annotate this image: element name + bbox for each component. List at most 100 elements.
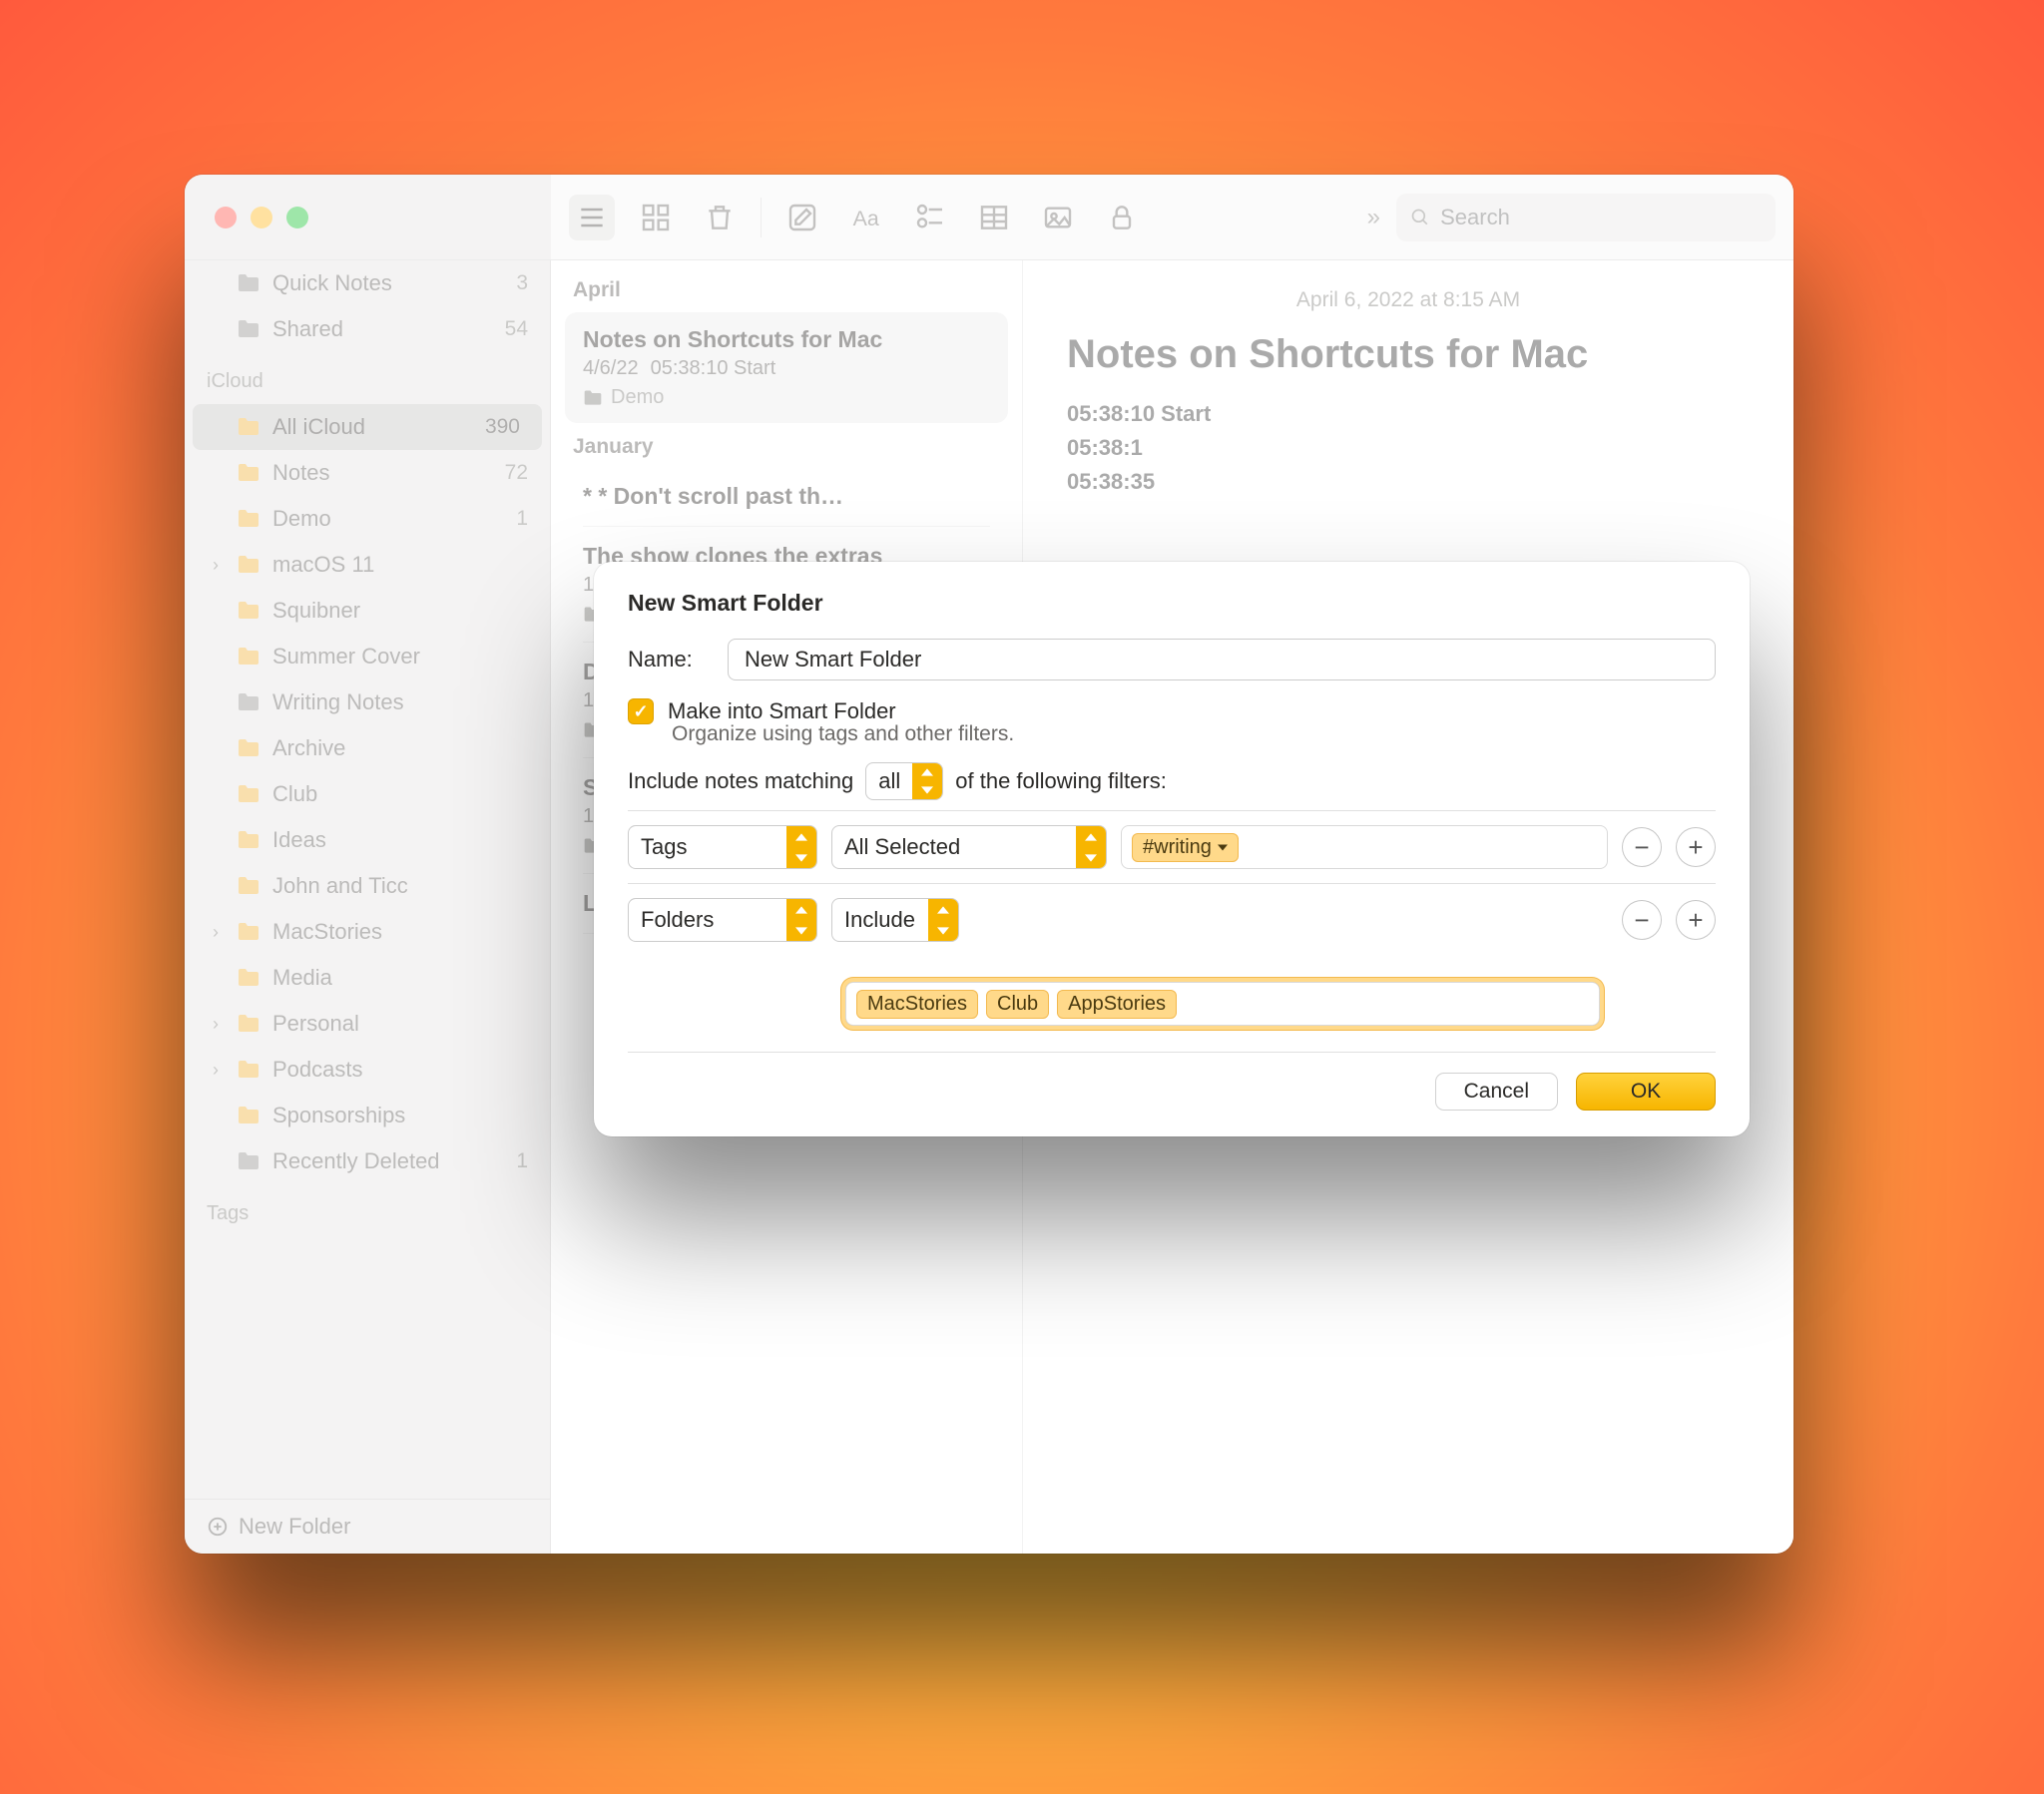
filter-attribute-value: Folders <box>629 899 786 941</box>
note-date: April 6, 2022 at 8:15 AM <box>1067 288 1750 312</box>
sidebar-item-squibner[interactable]: Squibner <box>185 588 550 634</box>
filter-tags-field[interactable]: #writing <box>1121 825 1608 869</box>
note-line: 05:38:35 <box>1067 465 1750 499</box>
add-filter-button[interactable]: + <box>1676 827 1716 867</box>
filter-attribute-select[interactable]: Folders <box>628 898 817 942</box>
sidebar-item-personal[interactable]: ›Personal <box>185 1001 550 1047</box>
folder-token[interactable]: AppStories <box>1057 990 1177 1019</box>
table-icon <box>978 202 1010 233</box>
search-input[interactable] <box>1440 205 1762 230</box>
stepper-icon <box>786 899 816 941</box>
chevron-down-icon <box>1218 844 1228 851</box>
sidebar-item-shared[interactable]: Shared54 <box>185 306 550 352</box>
sidebar-item-recently-deleted[interactable]: Recently Deleted1 <box>185 1138 550 1184</box>
lock-button[interactable] <box>1099 195 1145 240</box>
sidebar-item-demo[interactable]: Demo1 <box>185 496 550 542</box>
new-folder-label: New Folder <box>239 1514 350 1540</box>
filter-attribute-select[interactable]: Tags <box>628 825 817 869</box>
checklist-button[interactable] <box>907 195 953 240</box>
list-section-header: January <box>565 423 1008 469</box>
list-view-button[interactable] <box>569 195 615 240</box>
smart-folder-checkbox-label: Make into Smart Folder <box>668 698 896 724</box>
checklist-icon <box>914 202 946 233</box>
filter-operator-value: All Selected <box>832 826 1076 868</box>
sidebar-item-podcasts[interactable]: ›Podcasts <box>185 1047 550 1093</box>
table-button[interactable] <box>971 195 1017 240</box>
sidebar-item-club[interactable]: Club <box>185 771 550 817</box>
format-button[interactable]: Aa <box>843 195 889 240</box>
sidebar-item-media[interactable]: Media <box>185 955 550 1001</box>
folder-token[interactable]: Club <box>986 990 1049 1019</box>
text-format-icon: Aa <box>850 202 882 233</box>
delete-note-button[interactable] <box>697 195 743 240</box>
folder-name-input[interactable] <box>728 639 1716 680</box>
dialog-title: New Smart Folder <box>628 590 1716 617</box>
filter-operator-select[interactable]: Include <box>831 898 959 942</box>
minimize-window-button[interactable] <box>251 207 272 228</box>
name-label: Name: <box>628 647 710 673</box>
new-smart-folder-dialog: New Smart Folder Name: ✓ Make into Smart… <box>594 562 1750 1136</box>
sidebar-item-quick-notes[interactable]: Quick Notes3 <box>185 260 550 306</box>
sidebar-item-macos-11[interactable]: ›macOS 11 <box>185 542 550 588</box>
match-mode-select[interactable]: all <box>865 762 943 800</box>
close-window-button[interactable] <box>215 207 237 228</box>
grid-icon <box>640 202 672 233</box>
note-line: 05:38:1 <box>1067 431 1750 465</box>
ok-button[interactable]: OK <box>1576 1073 1716 1111</box>
new-folder-button[interactable]: New Folder <box>185 1499 550 1554</box>
zoom-window-button[interactable] <box>286 207 308 228</box>
sidebar-item-summer-cover[interactable]: Summer Cover <box>185 634 550 679</box>
tag-token[interactable]: #writing <box>1132 833 1239 862</box>
stepper-icon <box>1076 826 1106 868</box>
remove-filter-button[interactable]: − <box>1622 900 1662 940</box>
titlebar: Aa » <box>185 175 1793 260</box>
filter-row: Tags All Selected #writing − + <box>628 810 1716 883</box>
filter-folders-field[interactable]: MacStories Club AppStories <box>845 982 1600 1026</box>
toolbar-overflow-button[interactable]: » <box>1367 204 1378 231</box>
toolbar: Aa » <box>551 175 1793 259</box>
folder-token[interactable]: MacStories <box>856 990 978 1019</box>
sidebar-item-notes[interactable]: Notes72 <box>185 450 550 496</box>
svg-text:Aa: Aa <box>853 207 879 230</box>
search-field[interactable] <box>1396 194 1776 241</box>
photo-icon <box>1042 202 1074 233</box>
plus-circle-icon <box>207 1516 229 1538</box>
smart-folder-subtitle: Organize using tags and other filters. <box>672 722 1716 746</box>
sidebar-item-all-icloud[interactable]: All iCloud390 <box>193 404 542 450</box>
lock-icon <box>1106 202 1138 233</box>
sidebar-item-ideas[interactable]: Ideas <box>185 817 550 863</box>
note-list-item[interactable]: * * Don't scroll past th… <box>565 469 1008 524</box>
filter-operator-select[interactable]: All Selected <box>831 825 1107 869</box>
add-filter-button[interactable]: + <box>1676 900 1716 940</box>
sidebar-item-archive[interactable]: Archive <box>185 725 550 771</box>
note-list-item[interactable]: Notes on Shortcuts for Mac4/6/2205:38:10… <box>565 312 1008 423</box>
include-text-pre: Include notes matching <box>628 768 853 794</box>
stepper-icon <box>928 899 958 941</box>
window-traffic-lights <box>185 175 551 259</box>
remove-filter-button[interactable]: − <box>1622 827 1662 867</box>
include-text-post: of the following filters: <box>955 768 1167 794</box>
media-button[interactable] <box>1035 195 1081 240</box>
sidebar: Quick Notes3Shared54 iCloud All iCloud39… <box>185 260 551 1554</box>
stepper-icon <box>786 826 816 868</box>
note-title: Notes on Shortcuts for Mac <box>1067 332 1750 377</box>
sidebar-section-icloud: iCloud <box>185 358 550 404</box>
sidebar-section-tags: Tags <box>185 1190 550 1236</box>
stepper-icon <box>912 763 942 799</box>
compose-button[interactable] <box>779 195 825 240</box>
grid-view-button[interactable] <box>633 195 679 240</box>
list-section-header: April <box>565 266 1008 312</box>
sidebar-item-writing-notes[interactable]: Writing Notes <box>185 679 550 725</box>
filter-operator-value: Include <box>832 899 928 941</box>
match-mode-value: all <box>866 763 912 799</box>
sidebar-item-sponsorships[interactable]: Sponsorships <box>185 1093 550 1138</box>
toolbar-divider <box>761 198 762 237</box>
note-line: 05:38:10 Start <box>1067 397 1750 431</box>
sidebar-item-macstories[interactable]: ›MacStories <box>185 909 550 955</box>
trash-icon <box>704 202 736 233</box>
sidebar-item-john-and-ticc[interactable]: John and Ticc <box>185 863 550 909</box>
smart-folder-checkbox[interactable]: ✓ <box>628 698 654 724</box>
filter-row: Folders Include − + MacStories Club AppS… <box>628 883 1716 1046</box>
filter-attribute-value: Tags <box>629 826 786 868</box>
cancel-button[interactable]: Cancel <box>1435 1073 1558 1111</box>
